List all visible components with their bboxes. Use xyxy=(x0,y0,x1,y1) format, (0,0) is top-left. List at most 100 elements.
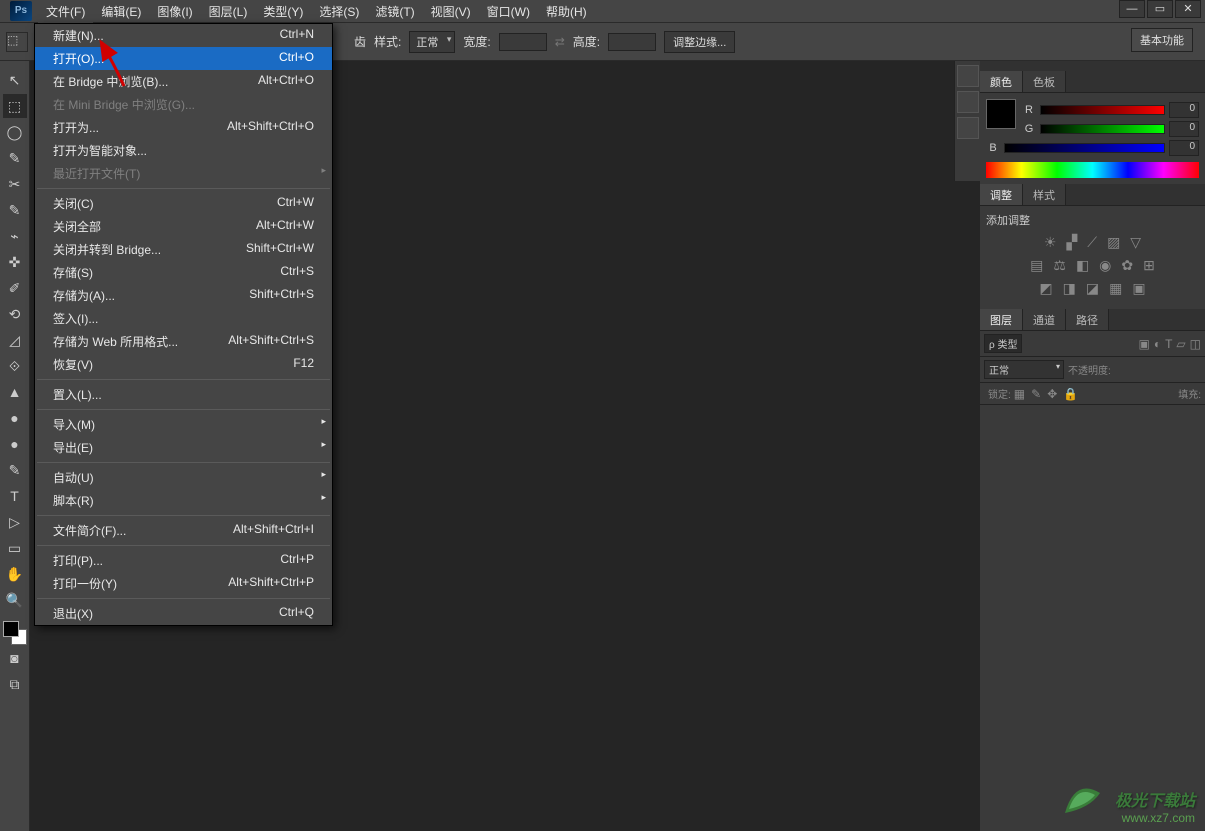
menuitem-15[interactable]: 恢复(V)F12 xyxy=(35,353,332,376)
close-button[interactable]: ✕ xyxy=(1175,0,1201,18)
r-slider[interactable] xyxy=(1040,105,1165,115)
menuitem-5[interactable]: 打开为智能对象... xyxy=(35,139,332,162)
foreground-swatch[interactable] xyxy=(986,99,1016,129)
tab-channels[interactable]: 通道 xyxy=(1023,309,1066,330)
menuitem-25[interactable]: 文件简介(F)...Alt+Shift+Ctrl+I xyxy=(35,519,332,542)
menu-1[interactable]: 编辑(E) xyxy=(93,0,149,23)
menuitem-22[interactable]: 自动(U) xyxy=(35,466,332,489)
b-value[interactable]: 0 xyxy=(1169,140,1199,156)
tab-layers[interactable]: 图层 xyxy=(980,309,1023,330)
g-slider[interactable] xyxy=(1040,124,1165,134)
menu-0[interactable]: 文件(F) xyxy=(38,0,93,23)
tab-paths[interactable]: 路径 xyxy=(1066,309,1109,330)
exposure-icon[interactable]: ▨ xyxy=(1107,234,1120,251)
quickmask-icon[interactable]: ◙ xyxy=(3,646,27,670)
filter-shape-icon[interactable]: ▱ xyxy=(1176,337,1185,351)
tool-10[interactable]: ◿ xyxy=(3,328,27,352)
lock-all-icon[interactable]: 🔒 xyxy=(1063,387,1078,401)
tool-8[interactable]: ✐ xyxy=(3,276,27,300)
selective-icon[interactable]: ▣ xyxy=(1132,280,1145,297)
menu-4[interactable]: 类型(Y) xyxy=(255,0,311,23)
width-input[interactable] xyxy=(499,33,547,51)
menuitem-8[interactable]: 关闭(C)Ctrl+W xyxy=(35,192,332,215)
minimize-button[interactable]: — xyxy=(1119,0,1145,18)
photo-filter-icon[interactable]: ◉ xyxy=(1099,257,1111,274)
tool-14[interactable]: ● xyxy=(3,432,27,456)
lock-move-icon[interactable]: ✥ xyxy=(1047,387,1057,401)
tool-15[interactable]: ✎ xyxy=(3,458,27,482)
tool-9[interactable]: ⟲ xyxy=(3,302,27,326)
b-slider[interactable] xyxy=(1004,143,1165,153)
menuitem-14[interactable]: 存储为 Web 所用格式...Alt+Shift+Ctrl+S xyxy=(35,330,332,353)
tool-13[interactable]: ● xyxy=(3,406,27,430)
tool-6[interactable]: ⌁ xyxy=(3,224,27,248)
screenmode-icon[interactable]: ⧉ xyxy=(3,672,27,696)
filter-type-icon[interactable]: T xyxy=(1165,337,1172,351)
tool-4[interactable]: ✂ xyxy=(3,172,27,196)
curves-icon[interactable]: ⟋ xyxy=(1087,234,1097,251)
blend-mode-dropdown[interactable]: 正常 xyxy=(984,360,1064,379)
swap-icon[interactable]: ⇄ xyxy=(555,35,565,49)
filter-pixel-icon[interactable]: ▣ xyxy=(1138,337,1149,351)
tool-19[interactable]: ✋ xyxy=(3,562,27,586)
bw-icon[interactable]: ◧ xyxy=(1076,257,1089,274)
menuitem-27[interactable]: 打印(P)...Ctrl+P xyxy=(35,549,332,572)
menu-7[interactable]: 视图(V) xyxy=(423,0,479,23)
menuitem-17[interactable]: 置入(L)... xyxy=(35,383,332,406)
posterize-icon[interactable]: ◨ xyxy=(1063,280,1076,297)
menuitem-13[interactable]: 签入(I)... xyxy=(35,307,332,330)
menuitem-28[interactable]: 打印一份(Y)Alt+Shift+Ctrl+P xyxy=(35,572,332,595)
color-spectrum[interactable] xyxy=(986,162,1199,178)
tool-17[interactable]: ▷ xyxy=(3,510,27,534)
tool-20[interactable]: 🔍 xyxy=(3,588,27,612)
refine-edge-button[interactable]: 调整边缘... xyxy=(664,31,735,53)
menu-6[interactable]: 滤镜(T) xyxy=(367,0,422,23)
tool-preset-icon[interactable]: ⬚ xyxy=(6,32,28,52)
menuitem-30[interactable]: 退出(X)Ctrl+Q xyxy=(35,602,332,625)
tool-2[interactable]: ◯ xyxy=(3,120,27,144)
tool-11[interactable]: ⟐ xyxy=(3,354,27,378)
lock-trans-icon[interactable]: ▦ xyxy=(1014,387,1025,401)
menuitem-23[interactable]: 脚本(R) xyxy=(35,489,332,512)
menu-9[interactable]: 帮助(H) xyxy=(538,0,595,23)
invert-icon[interactable]: ◩ xyxy=(1039,280,1052,297)
r-value[interactable]: 0 xyxy=(1169,102,1199,118)
threshold-icon[interactable]: ◪ xyxy=(1086,280,1099,297)
maximize-button[interactable]: ▭ xyxy=(1147,0,1173,18)
tool-5[interactable]: ✎ xyxy=(3,198,27,222)
lock-paint-icon[interactable]: ✎ xyxy=(1031,387,1041,401)
lookup-icon[interactable]: ⊞ xyxy=(1143,257,1155,274)
kind-filter[interactable]: ρ 类型 xyxy=(984,334,1022,353)
menuitem-20[interactable]: 导出(E) xyxy=(35,436,332,459)
levels-icon[interactable]: ▞ xyxy=(1066,234,1077,251)
height-input[interactable] xyxy=(608,33,656,51)
history-icon[interactable] xyxy=(957,65,979,87)
menuitem-12[interactable]: 存储为(A)...Shift+Ctrl+S xyxy=(35,284,332,307)
menu-5[interactable]: 选择(S) xyxy=(311,0,367,23)
layers-list[interactable] xyxy=(980,405,1205,831)
gradient-map-icon[interactable]: ▦ xyxy=(1109,280,1122,297)
tool-12[interactable]: ▲ xyxy=(3,380,27,404)
tool-0[interactable]: ↖ xyxy=(3,68,27,92)
tab-adjustments[interactable]: 调整 xyxy=(980,184,1023,205)
menuitem-10[interactable]: 关闭并转到 Bridge...Shift+Ctrl+W xyxy=(35,238,332,261)
menuitem-11[interactable]: 存储(S)Ctrl+S xyxy=(35,261,332,284)
menuitem-4[interactable]: 打开为...Alt+Shift+Ctrl+O xyxy=(35,116,332,139)
filter-smart-icon[interactable]: ◫ xyxy=(1190,337,1201,351)
tool-3[interactable]: ✎ xyxy=(3,146,27,170)
tool-18[interactable]: ▭ xyxy=(3,536,27,560)
tab-styles[interactable]: 样式 xyxy=(1023,184,1066,205)
filter-adjust-icon[interactable]: ◐ xyxy=(1154,337,1161,351)
tab-color[interactable]: 颜色 xyxy=(980,71,1023,92)
brightness-icon[interactable]: ☀ xyxy=(1044,234,1057,251)
style-dropdown[interactable]: 正常 xyxy=(409,31,455,53)
fg-swatch[interactable] xyxy=(3,621,19,637)
menu-3[interactable]: 图层(L) xyxy=(201,0,256,23)
menuitem-2[interactable]: 在 Bridge 中浏览(B)...Alt+Ctrl+O xyxy=(35,70,332,93)
g-value[interactable]: 0 xyxy=(1169,121,1199,137)
balance-icon[interactable]: ⚖ xyxy=(1053,257,1066,274)
hue-icon[interactable]: ▤ xyxy=(1030,257,1043,274)
properties-icon[interactable] xyxy=(957,91,979,113)
menuitem-19[interactable]: 导入(M) xyxy=(35,413,332,436)
menuitem-1[interactable]: 打开(O)...Ctrl+O xyxy=(35,47,332,70)
